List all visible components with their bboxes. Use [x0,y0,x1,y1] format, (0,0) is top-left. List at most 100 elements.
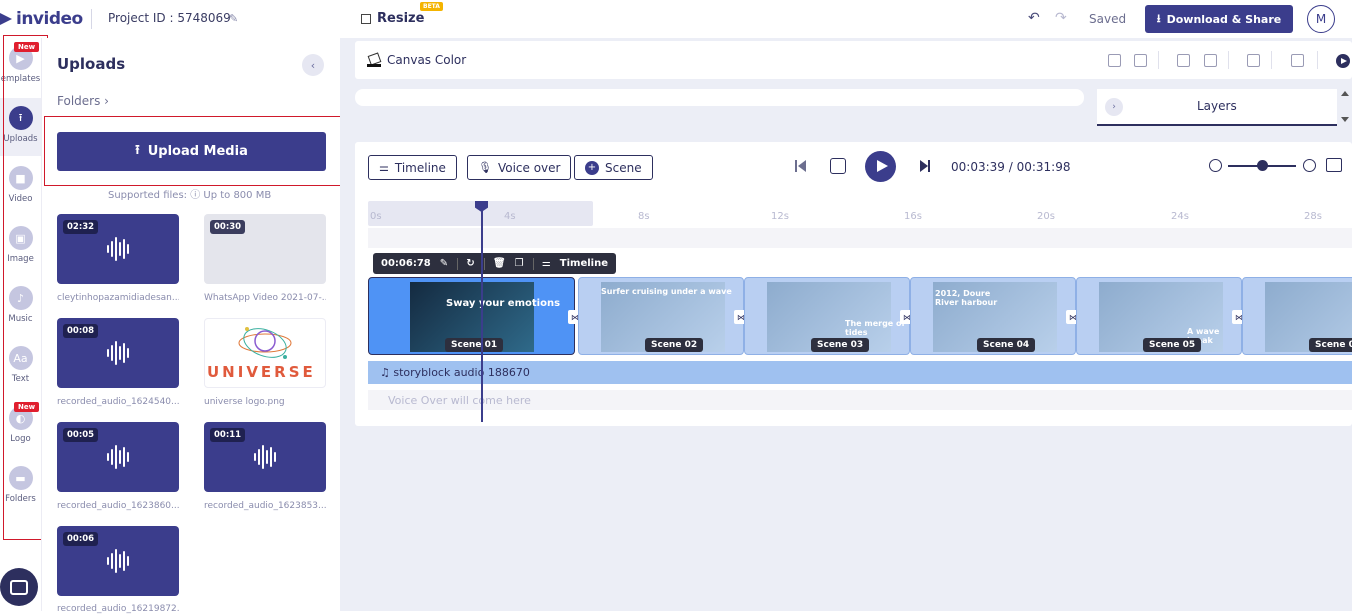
scene-strip [355,89,1084,106]
scene-03[interactable]: The merge of tides Scene 03 [744,277,910,355]
canvas-color-button[interactable]: Canvas Color [367,53,466,67]
audio-wave-icon [107,237,129,261]
bring-forward-icon[interactable] [1177,54,1190,67]
scene-05[interactable]: A wave break Scene 05 [1076,277,1242,355]
scene-timeline-label[interactable]: Timeline [560,258,608,269]
expand-layers-icon[interactable]: › [1105,98,1123,116]
media-tile-audio[interactable]: 02:32 [57,214,179,284]
paint-bucket-icon [367,53,381,67]
duration-badge: 00:30 [210,220,245,234]
voice-over-track[interactable]: Voice Over will come here [368,390,1352,410]
duplicate-icon[interactable] [1108,54,1121,67]
resize-icon [361,14,371,24]
scene-label: Scene 06 [1309,338,1352,352]
invideo-logo[interactable]: invideo [0,9,83,29]
time-ruler[interactable]: 0s 4s 8s 12s 16s 20s 24s 28s [368,201,1352,226]
add-scene-button[interactable]: + Scene [574,155,653,180]
duplicate-icon[interactable]: ❐ [515,258,524,269]
download-share-button[interactable]: ⭳ Download & Share [1145,5,1293,33]
zoom-out-icon[interactable] [1209,159,1222,172]
media-name: universe logo.png [204,397,326,407]
duration-badge: 00:08 [63,324,98,338]
media-tile-audio[interactable]: 00:08 [57,318,179,388]
scene-06[interactable]: Scene 06 [1242,277,1352,355]
avatar[interactable]: M [1307,5,1335,33]
chat-button[interactable] [0,568,38,606]
scene-label: Scene 01 [445,338,503,352]
logo-mark-icon [0,12,12,26]
voice-over-button[interactable]: 🎙 Voice over [467,155,571,180]
media-tile-audio[interactable]: 00:11 [204,422,326,492]
fit-timeline-icon[interactable] [1326,158,1342,172]
canvas-toolbar: Canvas Color [355,41,1352,79]
scene-label: Scene [605,161,642,175]
media-tile-audio[interactable]: 00:05 [57,422,179,492]
universe-logo-icon [235,321,295,367]
playhead[interactable] [481,204,483,422]
skip-back-icon[interactable] [795,160,805,172]
audio-track[interactable]: ♫ storyblock audio 188670 [368,361,1352,384]
delete-icon[interactable]: 🗑 [493,258,506,269]
media-name: recorded_audio_1624540... [57,397,179,407]
skip-forward-icon[interactable] [920,160,930,172]
scene-01[interactable]: Sway your emotions Scene 01 [368,277,575,355]
scenes-track: Sway your emotions Scene 01 ⋈ Surfer cru… [368,277,1352,355]
scene-04[interactable]: 2012, Doure River harbour Scene 04 [910,277,1076,355]
scene-toolbar: 00:06:78 ✎ ↻ 🗑 ❐ ⚌ Timeline [373,253,616,274]
media-tile-video[interactable]: 00:30 [204,214,326,284]
resize-label: Resize [377,11,424,26]
sliders-icon: ⚌ [542,258,551,269]
scrollbar[interactable] [1338,89,1352,126]
delete-icon[interactable] [1247,54,1260,67]
scene-label: Scene 02 [645,338,703,352]
folders-link[interactable]: Folders › [57,94,109,108]
audio-wave-icon [107,445,129,469]
ruler-tick: 16s [904,211,922,222]
edit-pencil-icon[interactable]: ✎ [229,12,238,25]
media-tile-image[interactable]: UNIVERSE [204,318,326,388]
highlight-box-upload [44,116,344,186]
scroll-up-icon[interactable] [1341,91,1349,96]
media-name: recorded_audio_16219872... [57,604,179,614]
project-id: Project ID : 5748069 [108,11,231,25]
divider [1317,51,1318,69]
sliders-icon: ⚌ [379,161,389,174]
plus-icon: + [585,161,599,175]
media-tile-audio[interactable]: 00:06 [57,526,179,596]
timeline-button[interactable]: ⚌ Timeline [368,155,457,180]
undo-icon[interactable]: ↶ [1028,10,1040,26]
paste-icon[interactable] [1134,54,1147,67]
top-bar: invideo Project ID : 5748069 ✎ Resize BE… [0,0,1352,38]
scene-label: Scene 05 [1143,338,1201,352]
ruler-tick: 20s [1037,211,1055,222]
duration-badge: 00:05 [63,428,98,442]
resize-button[interactable]: Resize [361,11,424,26]
voice-over-placeholder: Voice Over will come here [388,394,531,407]
loop-icon[interactable] [830,158,846,174]
timeline-panel: ⚌ Timeline 🎙 Voice over + Scene 00:03:39… [355,142,1352,426]
zoom-in-icon[interactable] [1303,159,1316,172]
duration-badge: 02:32 [63,220,98,234]
edit-duration-icon[interactable]: ✎ [440,258,448,269]
send-backward-icon[interactable] [1204,54,1217,67]
preview-play-icon[interactable] [1336,54,1350,68]
play-button[interactable] [865,151,896,182]
scene-02[interactable]: Surfer cruising under a wave Scene 02 [578,277,744,355]
redo-icon[interactable]: ↷ [1055,10,1067,26]
grid-icon[interactable] [1291,54,1304,67]
zoom-slider-thumb[interactable] [1257,160,1268,171]
universe-logo-text: UNIVERSE [207,363,316,381]
scene-label: Scene 04 [977,338,1035,352]
microphone-icon: 🎙 [478,161,492,174]
scene-thumb-text: Surfer cruising under a wave [601,288,732,297]
duration-badge: 00:06 [63,532,98,546]
panel-title: Uploads [57,55,125,73]
refresh-icon[interactable]: ↻ [466,258,474,269]
ruler-track [368,228,1352,248]
scroll-down-icon[interactable] [1341,117,1349,122]
layers-tab[interactable]: › Layers [1097,89,1337,126]
collapse-panel-button[interactable]: ‹ [302,54,324,76]
media-name: cleytinhopazamidiadesan... [57,293,179,303]
timecode: 00:03:39 / 00:31:98 [951,160,1070,174]
download-label: Download & Share [1167,13,1282,26]
